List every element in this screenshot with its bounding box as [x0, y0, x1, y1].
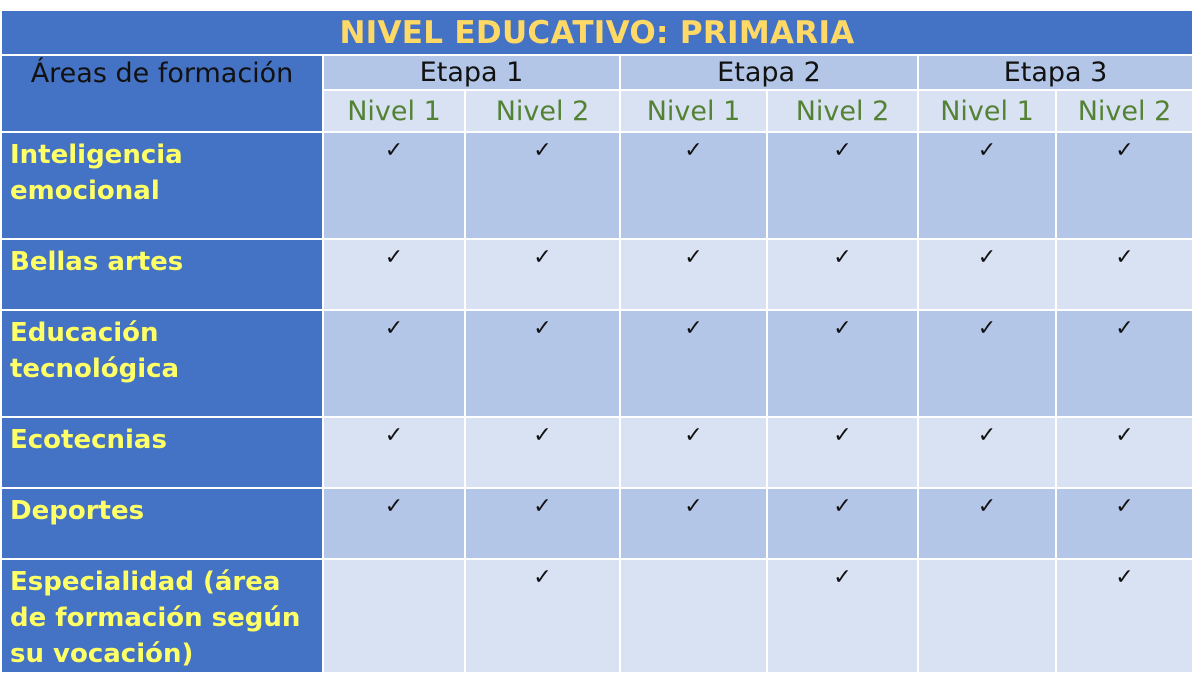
- check-icon: ✓: [322, 238, 466, 311]
- education-table: NIVEL EDUCATIVO: PRIMARIA Áreas de forma…: [0, 9, 1195, 674]
- check-icon: ✓: [766, 131, 919, 240]
- check-icon: ✓: [619, 416, 768, 489]
- check-icon: ✓: [917, 416, 1057, 489]
- check-icon: ✓: [464, 487, 621, 560]
- check-icon: ✓: [619, 487, 768, 560]
- check-icon: ✓: [322, 309, 466, 418]
- area-name: Educación tecnológica: [0, 309, 324, 418]
- nivel-header: Nivel 2: [1054, 89, 1195, 133]
- check-icon: ✓: [766, 487, 919, 560]
- table-row: Bellas artes ✓ ✓ ✓ ✓ ✓ ✓: [0, 238, 1195, 311]
- check-icon: ✓: [1054, 558, 1195, 674]
- check-icon: ✓: [619, 131, 768, 240]
- empty-cell: [619, 558, 768, 674]
- table-wrapper: NIVEL EDUCATIVO: PRIMARIA Áreas de forma…: [0, 9, 1195, 674]
- check-icon: ✓: [917, 131, 1057, 240]
- etapa-header: Etapa 2: [619, 54, 919, 91]
- empty-cell: [322, 558, 466, 674]
- nivel-header: Nivel 1: [619, 89, 768, 133]
- check-icon: ✓: [619, 238, 768, 311]
- check-icon: ✓: [322, 131, 466, 240]
- table-body: Inteligencia emocional ✓ ✓ ✓ ✓ ✓ ✓ Bellas artes…: [0, 131, 1195, 674]
- check-icon: ✓: [766, 558, 919, 674]
- check-icon: ✓: [464, 416, 621, 489]
- check-icon: ✓: [917, 238, 1057, 311]
- area-name: Especialidad (área de formación según su…: [0, 558, 324, 674]
- check-icon: ✓: [464, 558, 621, 674]
- check-icon: ✓: [322, 416, 466, 489]
- nivel-header: Nivel 1: [917, 89, 1057, 133]
- check-icon: ✓: [464, 309, 621, 418]
- check-icon: ✓: [1054, 416, 1195, 489]
- table-title: NIVEL EDUCATIVO: PRIMARIA: [0, 9, 1195, 56]
- check-icon: ✓: [766, 416, 919, 489]
- check-icon: ✓: [766, 238, 919, 311]
- check-icon: ✓: [1054, 309, 1195, 418]
- table-row: Inteligencia emocional ✓ ✓ ✓ ✓ ✓ ✓: [0, 131, 1195, 240]
- check-icon: ✓: [1054, 238, 1195, 311]
- table-row: Deportes ✓ ✓ ✓ ✓ ✓ ✓: [0, 487, 1195, 560]
- check-icon: ✓: [766, 309, 919, 418]
- check-icon: ✓: [1054, 131, 1195, 240]
- check-icon: ✓: [464, 238, 621, 311]
- check-icon: ✓: [1054, 487, 1195, 560]
- area-name: Ecotecnias: [0, 416, 324, 489]
- area-name: Bellas artes: [0, 238, 324, 311]
- area-name: Deportes: [0, 487, 324, 560]
- table-row: Educación tecnológica ✓ ✓ ✓ ✓ ✓ ✓: [0, 309, 1195, 418]
- empty-cell: [917, 558, 1057, 674]
- areas-header: Áreas de formación: [0, 54, 324, 133]
- nivel-header: Nivel 1: [322, 89, 466, 133]
- check-icon: ✓: [619, 309, 768, 418]
- check-icon: ✓: [917, 309, 1057, 418]
- area-name: Inteligencia emocional: [0, 131, 324, 240]
- check-icon: ✓: [322, 487, 466, 560]
- table-row: Especialidad (área de formación según su…: [0, 558, 1195, 674]
- etapa-header: Etapa 1: [322, 54, 621, 91]
- nivel-header: Nivel 2: [464, 89, 621, 133]
- nivel-header: Nivel 2: [766, 89, 919, 133]
- check-icon: ✓: [464, 131, 621, 240]
- etapa-header: Etapa 3: [916, 54, 1195, 91]
- table-row: Ecotecnias ✓ ✓ ✓ ✓ ✓ ✓: [0, 416, 1195, 489]
- check-icon: ✓: [917, 487, 1057, 560]
